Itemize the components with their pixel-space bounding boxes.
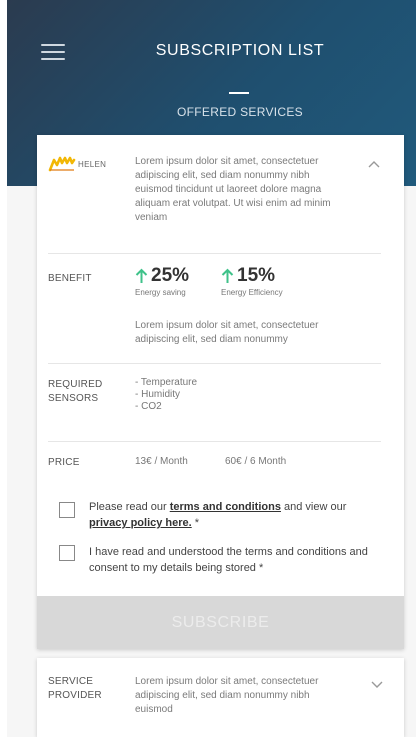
arrow-up-icon <box>135 268 148 283</box>
terms-link[interactable]: terms and conditions <box>170 501 281 513</box>
chevron-up-icon[interactable] <box>367 158 381 172</box>
sensors-label: REQUIRED SENSORS <box>48 379 103 404</box>
service-description: Lorem ipsum dolor sit amet, consectetuer… <box>135 156 331 223</box>
service-card: HELEN Lorem ipsum dolor sit amet, consec… <box>37 135 404 649</box>
stat-label: Energy Efficiency <box>221 288 283 297</box>
terms-consent-text: Please read our terms and conditions and… <box>89 501 347 529</box>
stat-value: 25% <box>151 265 190 286</box>
section-title: OFFERED SERVICES <box>177 105 303 119</box>
provider-card: SERVICE PROVIDER Lorem ipsum dolor sit a… <box>37 658 404 737</box>
divider <box>48 441 381 442</box>
arrow-up-icon <box>221 268 234 283</box>
logo-text: HELEN <box>78 159 107 169</box>
store-details-checkbox[interactable] <box>59 545 75 561</box>
page-title: SUBSCRIPTION LIST <box>155 42 325 59</box>
menu-icon[interactable] <box>41 44 65 60</box>
benefit-stat-energy-efficiency: 15% Energy Efficiency <box>221 265 283 297</box>
stat-value: 15% <box>237 265 276 286</box>
divider <box>48 363 381 364</box>
sensor-item: - Temperature <box>135 377 198 388</box>
price-half-year: 60€ / 6 Month <box>225 456 287 467</box>
benefit-description: Lorem ipsum dolor sit amet, consectetuer… <box>135 320 319 345</box>
title-divider <box>229 92 249 94</box>
provider-description: Lorem ipsum dolor sit amet, consectetuer… <box>135 676 319 715</box>
sensor-item: - Humidity <box>135 389 181 400</box>
divider <box>48 253 381 254</box>
sensors-list: - Temperature - Humidity - CO2 <box>135 377 197 413</box>
provider-label: SERVICE PROVIDER <box>48 676 102 701</box>
store-details-consent-text: I have read and understood the terms and… <box>89 546 368 574</box>
price-label: PRICE <box>48 457 80 468</box>
terms-checkbox[interactable] <box>59 502 75 518</box>
helen-logo-icon <box>48 156 76 172</box>
price-monthly: 13€ / Month <box>135 456 188 467</box>
sensor-item: - CO2 <box>135 401 162 412</box>
chevron-down-icon[interactable] <box>370 677 384 691</box>
benefit-label: BENEFIT <box>48 273 92 284</box>
stat-label: Energy saving <box>135 288 186 297</box>
provider-logo: HELEN <box>48 153 116 175</box>
subscribe-button[interactable]: SUBSCRIBE <box>37 596 404 649</box>
privacy-link[interactable]: privacy policy here. <box>89 517 192 529</box>
benefit-stat-energy-saving: 25% Energy saving <box>135 265 189 297</box>
